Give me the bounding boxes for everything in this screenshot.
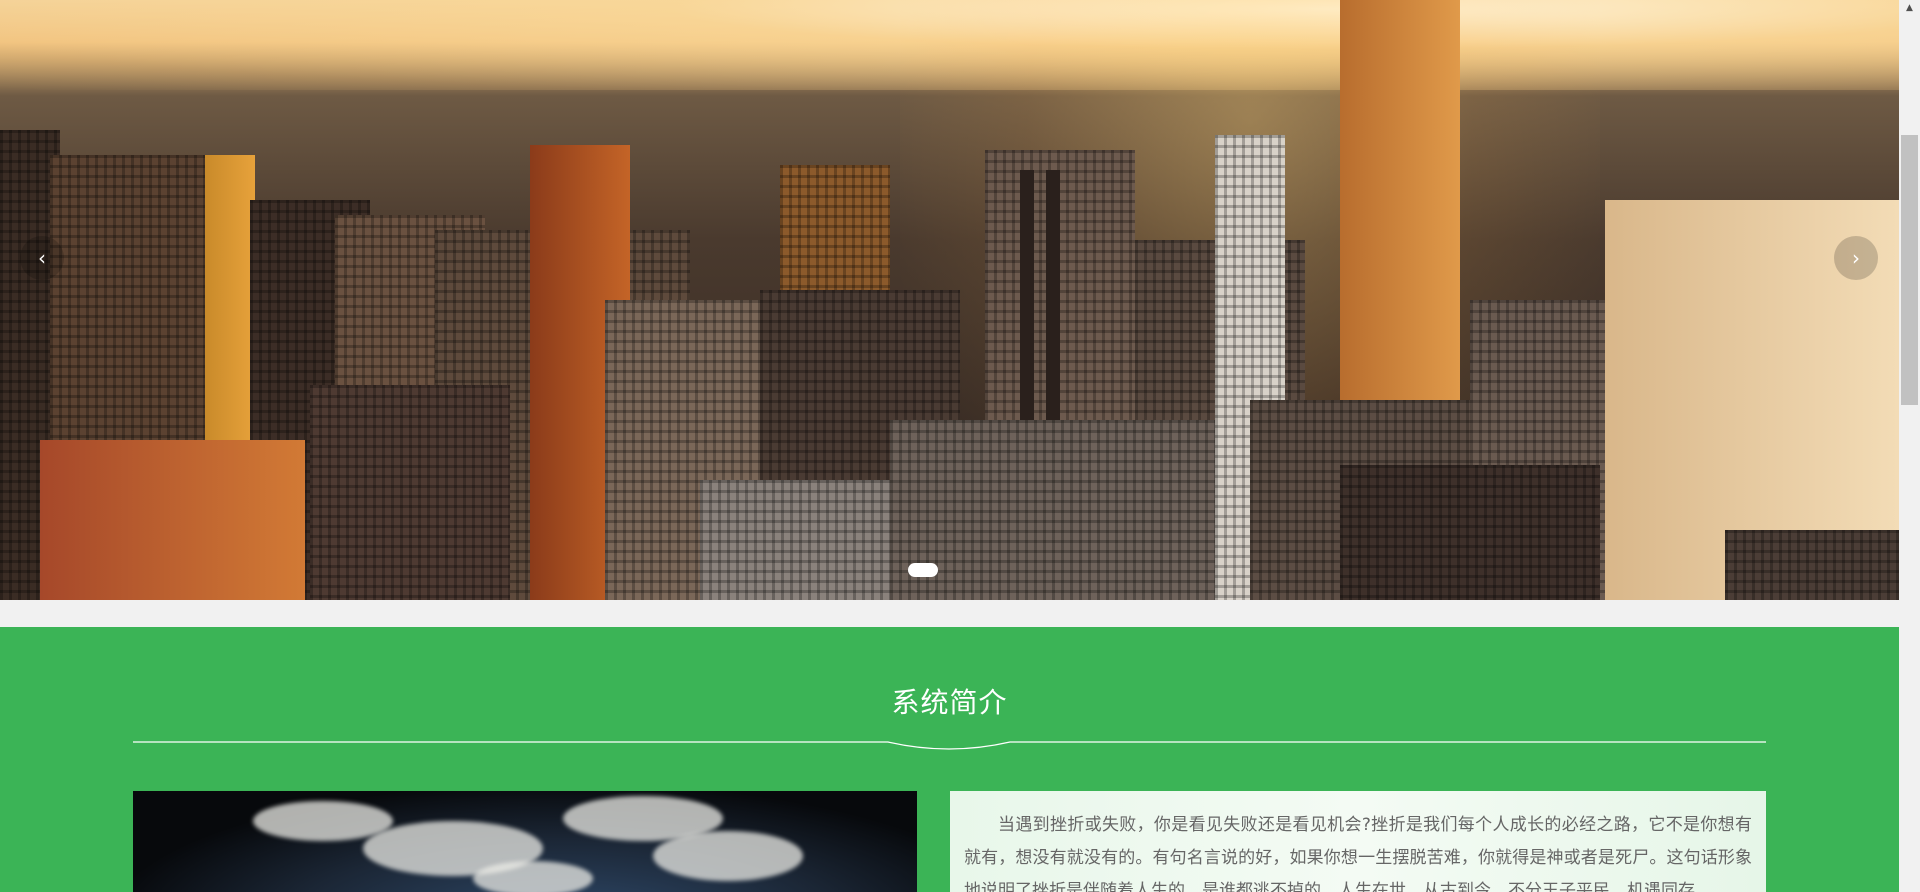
intro-text-box: 当遇到挫折或失败，你是看见失败还是看见机会?挫折是我们每个人成长的必经之路，它不… [950,791,1766,892]
carousel-indicators [908,563,938,577]
cloud [473,861,593,892]
chevron-right-icon: › [1852,246,1860,270]
cloud [653,831,803,881]
intro-section: 系统简介 当遇到挫折或失败，你是看见失败还是看见机会?挫折是我们每个人成长的必经… [0,627,1899,892]
hero-carousel[interactable]: ‹ › [0,0,1899,600]
building [890,420,1220,600]
intro-earth-image [133,791,917,892]
scroll-thumb[interactable] [1901,135,1918,405]
title-divider [133,741,1766,750]
scroll-up-arrow-icon[interactable]: ▲ [1899,0,1920,17]
intro-paragraph: 当遇到挫折或失败，你是看见失败还是看见机会?挫折是我们每个人成长的必经之路，它不… [964,815,1752,892]
section-title: 系统简介 [891,686,1008,719]
carousel-prev-button[interactable]: ‹ [20,236,64,280]
building [1340,465,1600,600]
carousel-next-button[interactable]: › [1834,236,1878,280]
building [700,480,890,600]
carousel-indicator-active[interactable] [908,563,938,577]
building [1725,530,1899,600]
section-separator [0,600,1899,627]
building [310,385,510,600]
page-scrollbar[interactable]: ▲ [1899,0,1920,892]
building [40,440,305,600]
chevron-left-icon: ‹ [38,246,46,270]
